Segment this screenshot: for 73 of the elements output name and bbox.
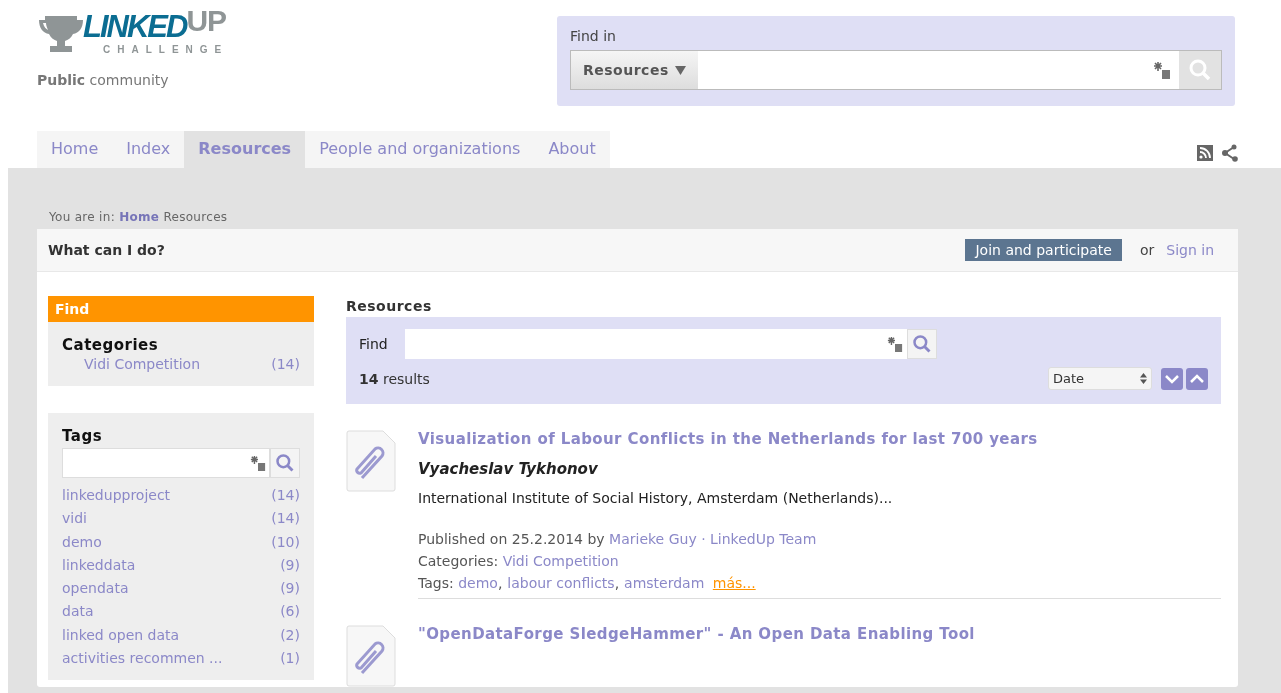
search-icon <box>912 334 932 354</box>
community-label: Public community <box>37 72 170 88</box>
sort-descending-button[interactable] <box>1161 367 1183 390</box>
tag-link[interactable]: linked open data <box>62 623 180 648</box>
team-link[interactable]: LinkedUp Team <box>710 531 817 547</box>
tag-link[interactable]: labour conflicts <box>507 575 615 591</box>
sort-select[interactable]: Date <box>1048 367 1152 390</box>
nav-tab[interactable]: People and organizations <box>305 131 535 168</box>
categories-label: Categories: <box>418 553 499 569</box>
sort-ascending-button[interactable] <box>1186 367 1208 390</box>
results-count: 14 results <box>359 370 430 387</box>
resource-title-link[interactable]: "OpenDataForge SledgeHammer" - An Open Data Enabling Tool <box>418 625 1221 643</box>
tag-link[interactable]: amsterdam <box>624 575 705 591</box>
tag-count: (9) <box>280 579 300 599</box>
rss-icon[interactable] <box>1197 145 1213 161</box>
action-bar-title: What can I do? <box>48 242 165 258</box>
share-icon[interactable] <box>1221 144 1239 162</box>
tags-label: Tags: <box>418 575 454 591</box>
category-count: (14) <box>271 356 300 372</box>
tag-link[interactable]: demo <box>458 575 498 591</box>
trophy-icon <box>37 14 85 54</box>
resource-search-field[interactable] <box>405 329 907 359</box>
tag-count: (6) <box>280 602 300 622</box>
resource-search-button[interactable] <box>907 329 937 359</box>
tag-count: (14) <box>271 509 300 529</box>
tag-link[interactable]: activities recommen ... <box>62 647 223 671</box>
logo-subtitle: CHALLENGE <box>103 44 229 56</box>
tag-separator: , <box>497 575 503 591</box>
tag-search-button[interactable] <box>270 448 300 478</box>
select-arrows-icon <box>1140 373 1147 384</box>
category-link[interactable]: Vidi Competition <box>502 553 619 569</box>
resource-author: Vyacheslav Tykhonov <box>418 460 599 478</box>
tag-count: (2) <box>280 625 300 645</box>
more-link[interactable]: más... <box>712 575 756 591</box>
publisher-link[interactable]: Marieke Guy <box>609 531 697 547</box>
tag-search-field[interactable] <box>62 448 270 478</box>
join-button[interactable]: Join and participate <box>965 239 1122 261</box>
separator-dot: · <box>701 531 706 547</box>
resource-title-link[interactable]: Visualization of Labour Conflicts in the Netherlands for last 700 years <box>418 430 1221 448</box>
or-label: or <box>1139 242 1155 258</box>
tag-count: (10) <box>271 532 300 552</box>
tag-link[interactable]: vidi <box>62 507 87 531</box>
nav-tab[interactable]: Index <box>112 131 185 168</box>
breadcrumb-link[interactable]: Home <box>119 210 160 224</box>
tag-count: (1) <box>280 649 300 669</box>
resources-heading: Resources <box>346 298 433 314</box>
tag-count: (9) <box>280 555 300 575</box>
find-in-label: Find in <box>570 28 617 44</box>
nav-tab[interactable]: Home <box>37 131 113 168</box>
find-label: Find <box>359 336 389 352</box>
nav-tab[interactable]: About <box>534 131 610 168</box>
breadcrumb: You are in: Home Resources <box>48 209 229 226</box>
sign-in-link[interactable]: Sign in <box>1166 242 1214 258</box>
keyboard-icon[interactable] <box>887 336 903 352</box>
logo-wordmark: LINKED <box>83 10 187 44</box>
resource-summary: International Institute of Social History, Amsterdam (Netherlands)... <box>418 490 894 506</box>
tag-link[interactable]: data <box>62 600 94 624</box>
tag-separator: , <box>614 575 620 591</box>
tags-heading: Tags <box>62 427 104 445</box>
nav-tab[interactable]: Resources <box>184 131 306 168</box>
tag-link[interactable]: demo <box>62 530 102 554</box>
keyboard-icon[interactable] <box>250 455 266 471</box>
categories-heading: Categories <box>62 336 160 354</box>
category-link[interactable]: Vidi Competition <box>84 356 201 372</box>
published-label: Published on 25.2.2014 by <box>418 531 605 547</box>
tag-count: (14) <box>271 486 300 505</box>
logo-accent: UP <box>186 4 227 38</box>
tag-link[interactable]: linkeddata <box>62 553 136 578</box>
tag-link[interactable]: linkedupproject <box>62 484 171 508</box>
search-icon <box>275 453 295 473</box>
find-header: Find <box>48 296 314 322</box>
paperclip-document-icon <box>346 430 396 492</box>
tag-link[interactable]: opendata <box>62 577 129 601</box>
